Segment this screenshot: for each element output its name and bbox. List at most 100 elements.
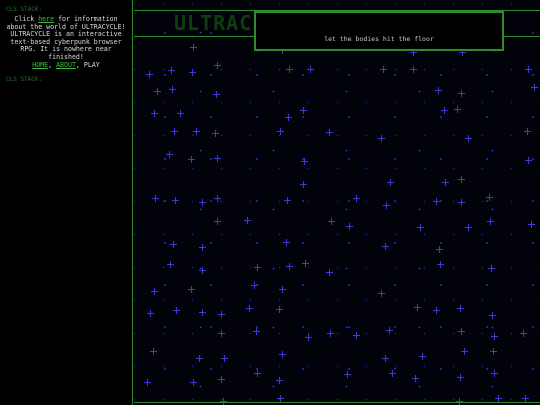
star-icon — [458, 90, 465, 97]
star-icon — [378, 135, 385, 142]
star-icon — [353, 195, 360, 202]
star-icon — [244, 217, 251, 224]
star-icon — [199, 267, 206, 274]
star-icon — [461, 348, 468, 355]
star-icon — [193, 128, 200, 135]
star-icon — [490, 348, 497, 355]
star-icon — [414, 304, 421, 311]
star-icon — [382, 243, 389, 250]
star-icon — [147, 310, 154, 317]
star-icon — [387, 179, 394, 186]
star-icon — [196, 355, 203, 362]
star-icon — [146, 71, 153, 78]
star-icon — [300, 107, 307, 114]
star-icon — [301, 158, 308, 165]
star-icon — [326, 269, 333, 276]
star-icon — [276, 377, 283, 384]
star-icon — [458, 176, 465, 183]
star-icon — [327, 330, 334, 337]
star-icon — [213, 91, 220, 98]
star-icon — [166, 151, 173, 158]
nav-play-link[interactable]: PLAY — [84, 61, 100, 69]
star-icon — [302, 260, 309, 267]
star-layer — [134, 0, 540, 405]
star-icon — [454, 106, 461, 113]
star-icon — [152, 195, 159, 202]
star-icon — [437, 261, 444, 268]
nav-about-link[interactable]: ABOUT — [56, 61, 76, 69]
star-icon — [144, 379, 151, 386]
star-icon — [386, 327, 393, 334]
star-icon — [486, 194, 493, 201]
star-icon — [410, 66, 417, 73]
star-icon — [218, 376, 225, 383]
star-icon — [307, 66, 314, 73]
star-icon — [214, 155, 221, 162]
star-icon — [465, 224, 472, 231]
star-icon — [328, 218, 335, 225]
star-icon — [173, 307, 180, 314]
star-icon — [489, 312, 496, 319]
star-icon — [326, 129, 333, 136]
popup-message: let the bodies hit the floor — [324, 35, 434, 43]
star-icon — [190, 379, 197, 386]
star-icon — [214, 195, 221, 202]
star-icon — [246, 305, 253, 312]
star-icon — [353, 332, 360, 339]
star-icon — [487, 218, 494, 225]
star-icon — [253, 328, 260, 335]
star-icon — [346, 223, 353, 230]
star-icon — [389, 370, 396, 377]
star-icon — [170, 241, 177, 248]
star-icon — [417, 224, 424, 231]
star-icon — [277, 395, 284, 402]
star-icon — [285, 114, 292, 121]
star-icon — [199, 309, 206, 316]
star-icon — [419, 353, 426, 360]
star-icon — [458, 199, 465, 206]
star-icon — [276, 306, 283, 313]
star-icon — [286, 66, 293, 73]
star-icon — [151, 288, 158, 295]
message-popup: let the bodies hit the floor — [254, 11, 504, 51]
star-icon — [457, 305, 464, 312]
nav-home-link[interactable]: HOME — [32, 61, 48, 69]
star-icon — [458, 328, 465, 335]
sidebar-info: Click here for information about the wor… — [6, 15, 126, 69]
star-icon — [221, 355, 228, 362]
star-icon — [171, 128, 178, 135]
sidebar-top-tag: CLS STACK: — [6, 6, 43, 13]
star-icon — [212, 130, 219, 137]
star-icon — [188, 286, 195, 293]
star-icon — [522, 395, 529, 402]
star-icon — [254, 264, 261, 271]
game-description: ULTRACYCLE is an interactive text-based … — [10, 30, 122, 61]
page-title: ULTRAC — [174, 11, 253, 35]
star-icon — [525, 157, 532, 164]
star-icon — [488, 265, 495, 272]
star-icon — [442, 179, 449, 186]
star-icon — [344, 371, 351, 378]
star-icon — [531, 84, 538, 91]
star-icon — [254, 370, 261, 377]
star-icon — [435, 87, 442, 94]
star-icon — [167, 261, 174, 268]
star-icon — [465, 135, 472, 142]
star-icon — [441, 107, 448, 114]
star-icon — [251, 282, 258, 289]
sidebar-bottom-tag: CLS STACK: — [6, 76, 43, 83]
star-icon — [525, 66, 532, 73]
star-icon — [495, 395, 502, 402]
star-icon — [151, 110, 158, 117]
sidebar: CLS STACK: Click here for information ab… — [0, 0, 133, 405]
star-icon — [286, 263, 293, 270]
star-icon — [457, 374, 464, 381]
star-icon — [491, 370, 498, 377]
star-icon — [199, 199, 206, 206]
star-icon — [433, 307, 440, 314]
star-icon — [300, 181, 307, 188]
star-icon — [279, 351, 286, 358]
main-starfield: ULTRAC let the bodies hit the floor — [134, 0, 540, 405]
star-icon — [177, 110, 184, 117]
star-icon — [380, 66, 387, 73]
